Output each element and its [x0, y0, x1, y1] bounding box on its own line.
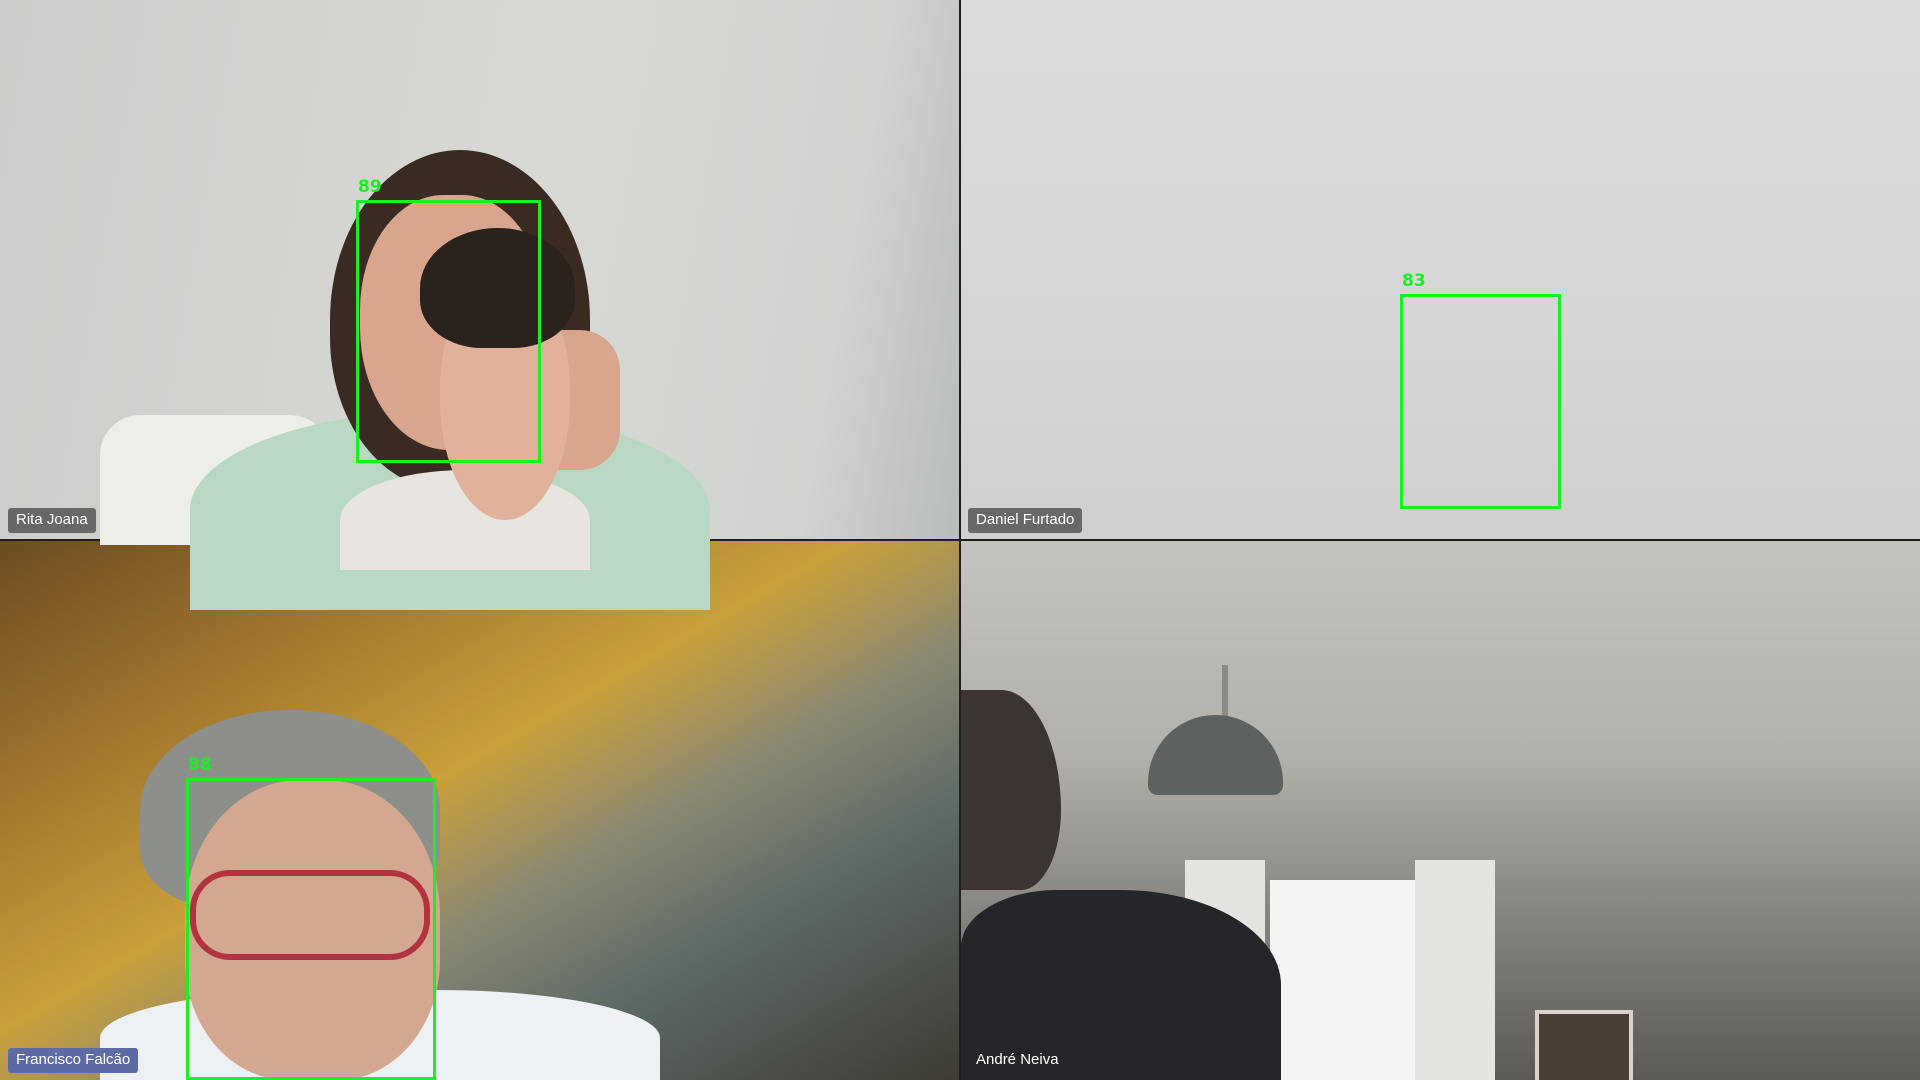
- face-detection-score: 89: [358, 177, 382, 197]
- face-detection-box: [356, 200, 541, 463]
- participant-name-label: Daniel Furtado: [968, 508, 1083, 533]
- face-detection-box: [186, 778, 436, 1080]
- participant-name-label-active: Francisco Falcão: [8, 1048, 139, 1073]
- window-shape: [1270, 880, 1420, 1080]
- participant-name-label: Rita Joana: [8, 508, 96, 533]
- lamp-cord-shape: [1222, 665, 1228, 720]
- face-detection-box: [1400, 294, 1561, 509]
- face-detection-score: 83: [1402, 271, 1426, 291]
- curtain-shape: [1415, 860, 1495, 1080]
- face-detection-score: 88: [188, 755, 212, 775]
- participant-name-label: André Neiva: [976, 1051, 1059, 1068]
- video-grid: 89 83 88 Rita Joana Daniel Furtado Franc…: [0, 0, 1920, 1080]
- picture-frame-shape: [1535, 1010, 1633, 1080]
